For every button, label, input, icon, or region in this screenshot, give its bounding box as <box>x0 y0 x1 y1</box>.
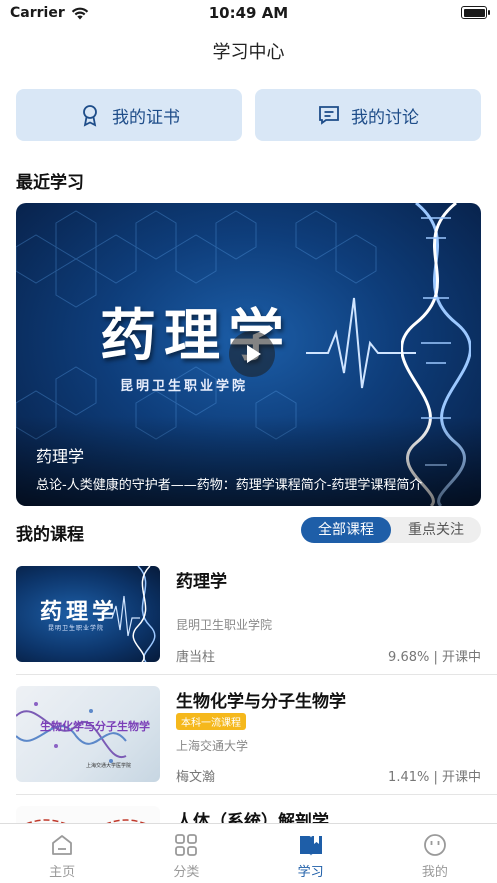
course-thumbnail: 药理学 昆明卫生职业学院 <box>16 566 160 662</box>
award-icon <box>83 105 97 127</box>
discussion-label: 我的讨论 <box>351 107 419 128</box>
course-school: 上海交通大学 <box>176 739 249 753</box>
course-title: 药理学 <box>176 572 227 592</box>
course-school: 昆明卫生职业学院 <box>176 618 273 632</box>
thumb-school-art: 上海交通大学医学院 <box>86 763 132 769</box>
tab-focus[interactable]: 重点关注 <box>391 517 481 543</box>
face-icon <box>423 834 446 856</box>
course-teacher: 梅文瀚 <box>176 770 216 785</box>
play-button[interactable] <box>229 331 275 377</box>
thumb-title-art: 生物化学与分子生物学 <box>40 720 150 733</box>
recent-course-title: 药理学 <box>36 447 85 466</box>
course-thumbnail: 生物化学与分子生物学 上海交通大学医学院 <box>16 686 160 782</box>
course-title: 生物化学与分子生物学 <box>176 692 346 712</box>
course-item[interactable]: 药理学 昆明卫生职业学院 药理学 昆明卫生职业学院 唐当柱 9.68% | 开课… <box>16 566 497 666</box>
course-filter-tabs: 全部课程 重点关注 <box>301 517 481 543</box>
tab-label: 学习 <box>297 865 324 880</box>
tab-label: 主页 <box>49 865 76 880</box>
book-icon <box>299 836 322 856</box>
page-title: 学习中心 <box>212 42 285 63</box>
tab-home[interactable]: 主页 <box>0 824 124 883</box>
tab-bar: 主页 分类 学习 我的 <box>0 823 497 883</box>
tab-profile[interactable]: 我的 <box>373 824 497 883</box>
tab-study[interactable]: 学习 <box>249 824 373 883</box>
certificate-button[interactable]: 我的证书 <box>16 89 242 141</box>
battery-icon <box>461 6 490 19</box>
clock: 10:49 AM <box>208 4 289 22</box>
grid-icon <box>175 834 198 856</box>
divider <box>16 674 497 675</box>
thumb-heartbeat <box>104 566 156 662</box>
discussion-button[interactable]: 我的讨论 <box>255 89 481 141</box>
banner-school-art: 昆明卫生职业学院 <box>120 379 249 394</box>
tab-category[interactable]: 分类 <box>124 824 248 883</box>
course-tag-badge: 本科一流课程 <box>176 713 246 730</box>
heartbeat-line <box>306 297 416 389</box>
recent-course-banner[interactable]: 药理学 昆明卫生职业学院 药理学 总论-人类健康的守护者——药物：药理学课程简介… <box>16 203 481 506</box>
certificate-label: 我的证书 <box>112 107 180 128</box>
course-progress: 9.68% | 开课中 <box>388 650 481 665</box>
course-teacher: 唐当柱 <box>176 650 216 665</box>
recent-course-description: 总论-人类健康的守护者——药物：药理学课程简介-药理学课程简介 <box>36 478 423 493</box>
status-bar: Carrier 10:49 AM <box>0 0 497 28</box>
divider <box>16 794 497 795</box>
tab-all-courses[interactable]: 全部课程 <box>301 517 391 543</box>
my-courses-title: 我的课程 <box>16 525 84 545</box>
tab-label: 分类 <box>173 865 200 880</box>
recent-section-title: 最近学习 <box>16 173 84 193</box>
course-item[interactable]: 生物化学与分子生物学 上海交通大学医学院 生物化学与分子生物学 本科一流课程 上… <box>16 686 497 786</box>
tab-label: 我的 <box>421 865 448 880</box>
message-icon <box>319 106 339 125</box>
home-icon <box>52 835 73 855</box>
course-progress: 1.41% | 开课中 <box>388 770 481 785</box>
